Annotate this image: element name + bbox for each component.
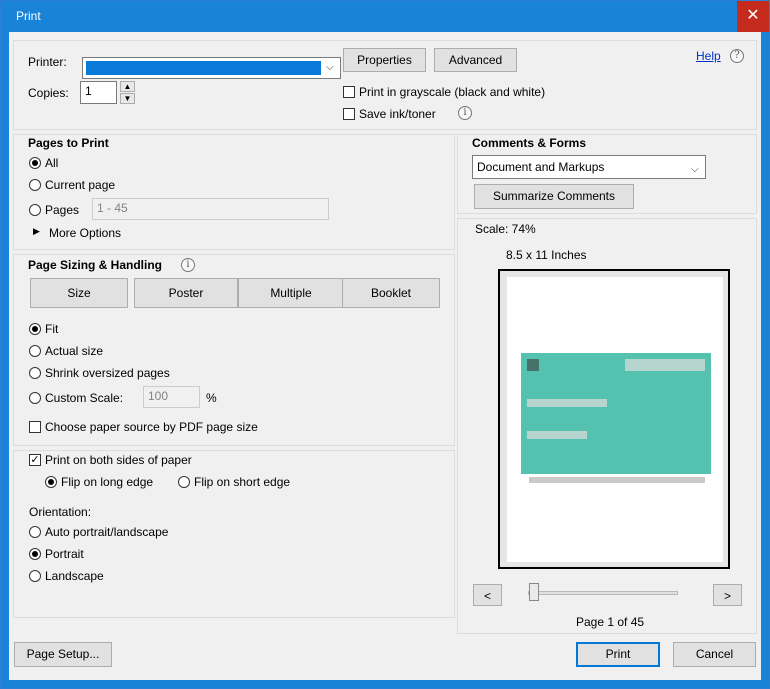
fit-radio[interactable]	[29, 323, 41, 335]
print-button[interactable]: Print	[576, 642, 660, 667]
orientation-label: Orientation:	[29, 505, 92, 519]
help-link[interactable]: Help	[696, 49, 721, 63]
preview-page	[507, 277, 723, 562]
scale-readout: Scale: 74%	[475, 222, 536, 236]
custom-scale-label: Custom Scale:	[45, 391, 124, 405]
percent-label: %	[206, 391, 217, 405]
grayscale-checkbox[interactable]	[343, 86, 355, 98]
comments-forms-selected: Document and Markups	[477, 160, 605, 174]
close-button[interactable]: ✕	[737, 1, 769, 32]
advanced-button[interactable]: Advanced	[434, 48, 517, 72]
prev-page-button[interactable]: <	[473, 584, 502, 606]
pages-label: Pages	[45, 203, 80, 217]
window-title: Print	[16, 9, 41, 23]
preview-card-image	[521, 353, 711, 474]
copies-input[interactable]: 1	[80, 81, 117, 104]
pages-radio[interactable]	[29, 204, 41, 216]
all-radio[interactable]	[29, 157, 41, 169]
shrink-radio[interactable]	[29, 367, 41, 379]
page-preview	[498, 269, 730, 569]
landscape-radio[interactable]	[29, 570, 41, 582]
booklet-tab-button[interactable]: Booklet	[342, 278, 440, 308]
pages-to-print-panel: Pages to Print All Current page Pages 1 …	[13, 134, 455, 250]
current-page-radio[interactable]	[29, 179, 41, 191]
paper-source-checkbox[interactable]	[29, 421, 41, 433]
grayscale-label: Print in grayscale (black and white)	[359, 85, 546, 99]
flip-short-label: Flip on short edge	[194, 475, 291, 489]
portrait-radio[interactable]	[29, 548, 41, 560]
title-bar[interactable]: Print ✕	[1, 1, 769, 32]
both-sides-checkbox[interactable]: ✓	[29, 454, 41, 466]
landscape-label: Landscape	[45, 569, 104, 583]
comments-forms-heading: Comments & Forms	[472, 136, 587, 150]
save-ink-checkbox[interactable]	[343, 108, 355, 120]
pages-range-input[interactable]: 1 - 45	[92, 198, 329, 220]
more-options-label[interactable]: More Options	[49, 226, 121, 240]
page-setup-button[interactable]: Page Setup...	[14, 642, 112, 667]
multiple-tab-button[interactable]: Multiple	[238, 278, 344, 308]
current-page-label: Current page	[45, 178, 116, 192]
printer-name-redacted	[86, 61, 321, 75]
size-tab-button[interactable]: Size	[30, 278, 128, 308]
auto-orientation-label: Auto portrait/landscape	[45, 525, 169, 539]
custom-scale-input[interactable]: 100	[143, 386, 200, 408]
auto-orientation-radio[interactable]	[29, 526, 41, 538]
copies-up-arrow-icon[interactable]: ▲	[120, 81, 135, 92]
summarize-comments-button[interactable]: Summarize Comments	[474, 184, 634, 209]
pages-to-print-heading: Pages to Print	[28, 136, 109, 150]
paper-size-label: 8.5 x 11 Inches	[506, 248, 587, 262]
paper-source-label: Choose paper source by PDF page size	[45, 420, 258, 434]
all-label: All	[45, 156, 59, 170]
printer-panel: Printer: ⌵ Properties Advanced Help ? Co…	[13, 40, 757, 130]
dialog-body: Printer: ⌵ Properties Advanced Help ? Co…	[9, 32, 761, 680]
fit-label: Fit	[45, 322, 59, 336]
both-sides-label: Print on both sides of paper	[45, 453, 192, 467]
expand-triangle-icon[interactable]: ▶	[33, 226, 40, 237]
print-dialog: Print ✕ Printer: ⌵ Properties Advanced H…	[0, 0, 770, 689]
copies-label: Copies:	[28, 86, 69, 100]
chevron-down-icon: ⌵	[326, 62, 334, 73]
page-sizing-heading: Page Sizing & Handling	[28, 258, 163, 272]
page-slider-track[interactable]	[528, 591, 678, 595]
duplex-orientation-panel: ✓ Print on both sides of paper Flip on l…	[13, 450, 455, 618]
printer-label: Printer:	[28, 55, 67, 69]
printer-select[interactable]: ⌵	[82, 57, 341, 79]
shrink-label: Shrink oversized pages	[45, 366, 170, 380]
actual-size-radio[interactable]	[29, 345, 41, 357]
save-ink-label: Save ink/toner	[359, 107, 436, 121]
comments-forms-select[interactable]: Document and Markups ⌵	[472, 155, 706, 179]
chevron-down-icon: ⌵	[691, 164, 699, 175]
custom-scale-radio[interactable]	[29, 392, 41, 404]
next-page-button[interactable]: >	[713, 584, 742, 606]
portrait-label: Portrait	[45, 547, 84, 561]
info-icon[interactable]: i	[181, 258, 195, 272]
page-sizing-panel: Page Sizing & Handling i Size Poster Mul…	[13, 254, 455, 446]
comments-forms-panel: Comments & Forms Document and Markups ⌵ …	[457, 134, 757, 214]
flip-short-radio[interactable]	[178, 476, 190, 488]
page-indicator: Page 1 of 45	[576, 615, 645, 629]
copies-down-arrow-icon[interactable]: ▼	[120, 93, 135, 104]
flip-long-radio[interactable]	[45, 476, 57, 488]
properties-button[interactable]: Properties	[343, 48, 426, 72]
actual-size-label: Actual size	[45, 344, 104, 358]
flip-long-label: Flip on long edge	[61, 475, 154, 489]
poster-tab-button[interactable]: Poster	[134, 278, 238, 308]
cancel-button[interactable]: Cancel	[673, 642, 756, 667]
info-icon[interactable]: i	[458, 106, 472, 120]
page-slider-thumb[interactable]	[529, 583, 539, 601]
help-icon[interactable]: ?	[730, 49, 744, 63]
